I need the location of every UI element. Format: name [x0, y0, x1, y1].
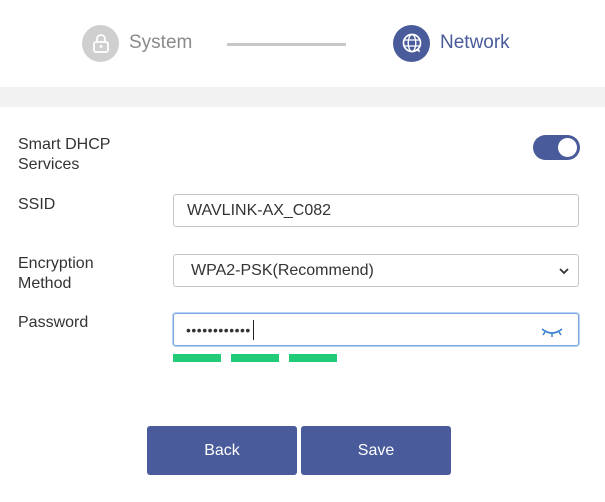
step-connector [227, 43, 346, 46]
setup-stepper: System Network [0, 0, 605, 87]
password-label: Password [18, 314, 89, 331]
dhcp-toggle[interactable] [533, 135, 580, 160]
lock-icon [82, 24, 119, 62]
step-system-label: System [129, 32, 193, 53]
chevron-down-icon [558, 264, 570, 282]
ssid-value: WAVLINK-AX_C082 [187, 201, 332, 219]
ssid-label: SSID [18, 196, 56, 213]
ssid-input[interactable]: WAVLINK-AX_C082 [173, 194, 579, 227]
password-strength-bar-2 [231, 354, 279, 362]
step-system: System [82, 24, 192, 62]
eye-closed-icon[interactable] [540, 326, 564, 344]
dhcp-label: Smart DHCP Services [18, 136, 111, 173]
password-strength-bar-3 [289, 354, 337, 362]
password-input[interactable]: •••••••••••• [173, 313, 579, 346]
step-network: Network [393, 24, 510, 62]
text-caret [252, 319, 254, 340]
encryption-select[interactable]: WPA2-PSK(Recommend) [173, 254, 579, 287]
toggle-knob [558, 138, 577, 157]
step-network-label: Network [440, 32, 510, 53]
encryption-value: WPA2-PSK(Recommend) [191, 261, 374, 279]
header-divider [0, 87, 605, 107]
save-button[interactable]: Save [301, 426, 451, 475]
password-strength-bar-1 [173, 354, 221, 362]
encryption-label: Encryption Method [18, 255, 94, 292]
globe-icon [393, 24, 430, 62]
back-button[interactable]: Back [147, 426, 297, 475]
password-value: •••••••••••• [186, 321, 251, 338]
